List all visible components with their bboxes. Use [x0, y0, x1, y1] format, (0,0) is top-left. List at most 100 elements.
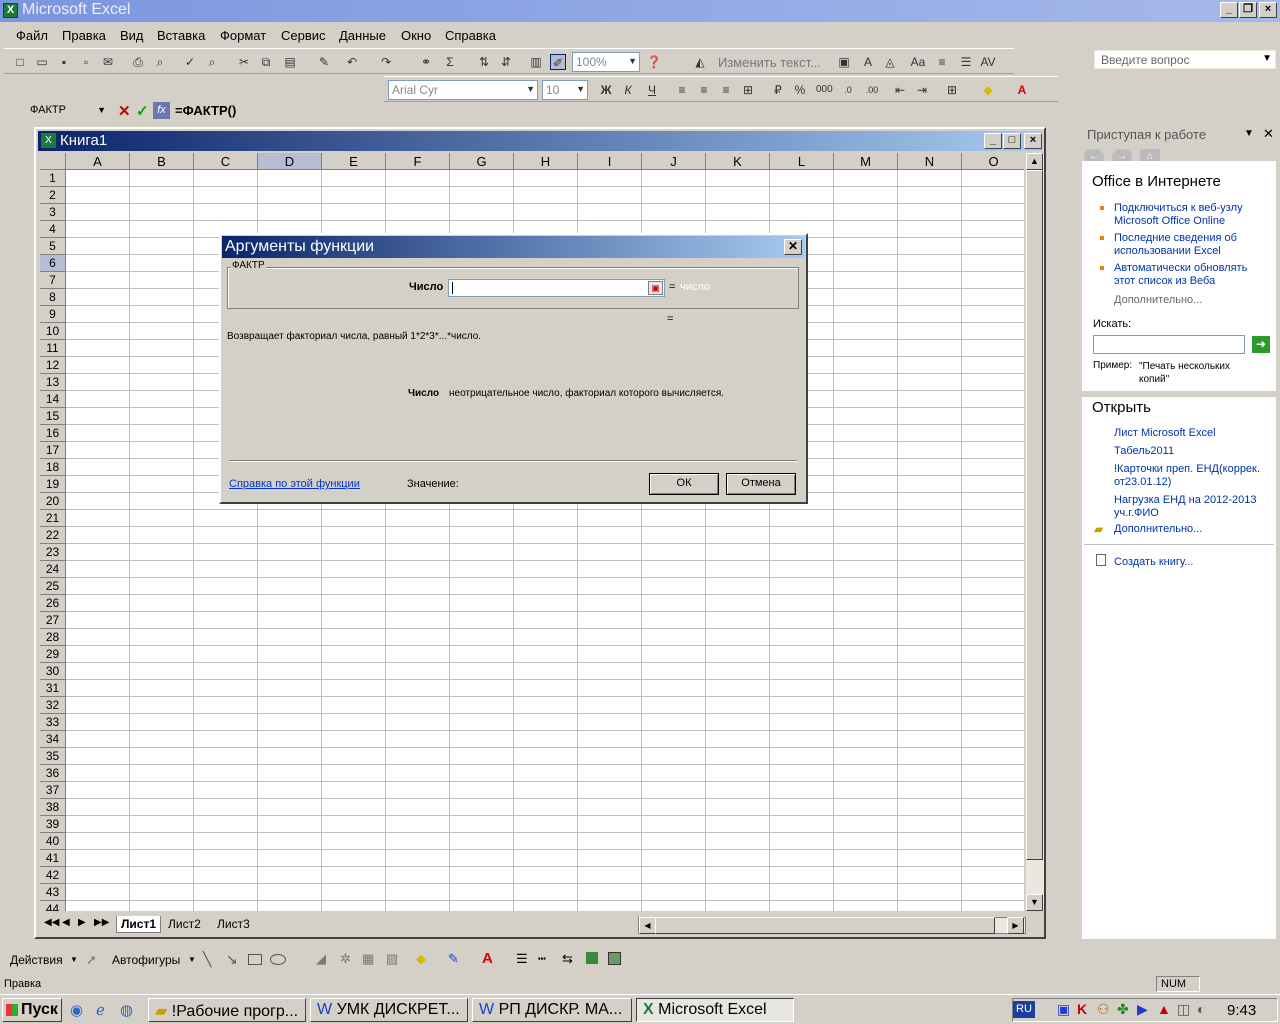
fill-color-icon[interactable]: ◆: [416, 951, 426, 967]
fill-color-icon[interactable]: ◆: [980, 82, 996, 98]
row-header-25[interactable]: 25: [40, 578, 66, 595]
chevron-down-icon[interactable]: ▼: [1244, 128, 1254, 139]
font-color-icon[interactable]: A: [482, 950, 493, 967]
sheet-tab-3[interactable]: Лист3: [213, 916, 254, 933]
minimize-button[interactable]: _: [1220, 2, 1238, 18]
row-header-34[interactable]: 34: [40, 731, 66, 748]
media-icon[interactable]: ▶: [1137, 1001, 1148, 1018]
thousands-icon[interactable]: 000: [816, 82, 833, 98]
confirm-entry-icon[interactable]: ✓: [136, 102, 149, 120]
more-online-link[interactable]: Дополнительно...: [1114, 294, 1202, 307]
wb-close-button[interactable]: ×: [1024, 133, 1042, 149]
tray-app-icon[interactable]: ▣: [1057, 1001, 1070, 1018]
column-header-H[interactable]: H: [514, 153, 578, 170]
row-header-16[interactable]: 16: [40, 425, 66, 442]
row-header-22[interactable]: 22: [40, 527, 66, 544]
rectangle-icon[interactable]: [248, 954, 262, 965]
users-icon[interactable]: ⚇: [1097, 1001, 1110, 1018]
merge-center-icon[interactable]: ⊞: [740, 82, 756, 98]
row-header-30[interactable]: 30: [40, 663, 66, 680]
column-header-C[interactable]: C: [194, 153, 258, 170]
row-header-1[interactable]: 1: [40, 170, 66, 187]
wb-minimize-button[interactable]: _: [984, 133, 1002, 149]
scroll-up-icon[interactable]: ▲: [1026, 153, 1043, 170]
wordart-icon[interactable]: A: [860, 54, 876, 70]
column-header-G[interactable]: G: [450, 153, 514, 170]
sheet-tab-2[interactable]: Лист2: [164, 916, 205, 933]
column-header-O[interactable]: O: [962, 153, 1024, 170]
task-rp[interactable]: W РП ДИСКР. МА...: [472, 998, 632, 1022]
task-pane-close-icon[interactable]: ✕: [1263, 126, 1274, 142]
quicklaunch-icon[interactable]: ◉: [70, 1001, 83, 1019]
permission-icon[interactable]: ▫: [78, 54, 94, 70]
align-left-icon[interactable]: ≡: [674, 82, 690, 98]
arrow-icon[interactable]: ↘: [226, 951, 238, 968]
select-all-corner[interactable]: [40, 153, 66, 170]
restore-button[interactable]: ❐: [1239, 2, 1257, 18]
bold-icon[interactable]: Ж: [598, 82, 614, 98]
row-header-24[interactable]: 24: [40, 561, 66, 578]
create-workbook-link[interactable]: Создать книгу...: [1114, 556, 1193, 569]
diagram-icon[interactable]: ✲: [340, 951, 351, 967]
row-header-29[interactable]: 29: [40, 646, 66, 663]
font-case-icon[interactable]: Aa: [910, 54, 926, 70]
menu-view[interactable]: Вид: [120, 28, 144, 43]
link-office-online-1[interactable]: Подключиться к веб-узлу Microsoft Office …: [1114, 202, 1243, 228]
row-header-37[interactable]: 37: [40, 782, 66, 799]
edit-text-icon[interactable]: ◭: [692, 54, 708, 70]
column-header-M[interactable]: M: [834, 153, 898, 170]
autoshapes-menu[interactable]: Автофигуры: [112, 953, 180, 967]
format-painter-icon[interactable]: ✎: [316, 54, 332, 70]
currency-icon[interactable]: ₽: [770, 82, 786, 98]
update-icon[interactable]: ▲: [1157, 1001, 1171, 1017]
volume-icon[interactable]: ◐: [1197, 1001, 1205, 1017]
close-button[interactable]: ×: [1259, 2, 1277, 18]
sort-asc-icon[interactable]: ⇅: [476, 54, 492, 70]
menu-insert[interactable]: Вставка: [157, 28, 205, 43]
task-umk[interactable]: W УМК ДИСКРЕТ...: [310, 998, 468, 1022]
save-icon[interactable]: ▪: [56, 54, 72, 70]
column-header-D[interactable]: D: [258, 153, 322, 170]
menu-help[interactable]: Справка: [445, 28, 496, 43]
picture-icon[interactable]: ▨: [386, 951, 398, 967]
row-header-26[interactable]: 26: [40, 595, 66, 612]
first-sheet-icon[interactable]: ◀◀: [44, 917, 59, 928]
chevron-down-icon[interactable]: ▼: [97, 105, 106, 115]
more-files-link[interactable]: Дополнительно...: [1114, 523, 1202, 536]
row-header-38[interactable]: 38: [40, 799, 66, 816]
link-office-online-2[interactable]: Последние сведения об использовании Excel: [1114, 232, 1237, 258]
menu-window[interactable]: Окно: [401, 28, 431, 43]
h-scroll-thumb[interactable]: [655, 917, 995, 934]
italic-icon[interactable]: К: [620, 82, 636, 98]
row-header-41[interactable]: 41: [40, 850, 66, 867]
antivirus-icon[interactable]: K: [1077, 1001, 1087, 1017]
select-pointer-icon[interactable]: ➚: [86, 952, 97, 968]
scroll-thumb[interactable]: [1026, 170, 1043, 860]
row-header-20[interactable]: 20: [40, 493, 66, 510]
network-icon[interactable]: ✤: [1117, 1001, 1129, 1018]
alignment-icon[interactable]: ≡: [934, 54, 950, 70]
arrow-style-icon[interactable]: ⇆: [562, 951, 573, 967]
row-header-13[interactable]: 13: [40, 374, 66, 391]
column-header-N[interactable]: N: [898, 153, 962, 170]
recent-file-4[interactable]: Нагрузка ЕНД на 2012-2013 уч.г.ФИО: [1114, 494, 1256, 520]
increase-decimal-icon[interactable]: .0: [840, 82, 856, 98]
search-go-icon[interactable]: ➜: [1252, 336, 1270, 353]
borders-icon[interactable]: ⊞: [944, 82, 960, 98]
column-header-E[interactable]: E: [322, 153, 386, 170]
underline-icon[interactable]: Ч: [644, 82, 660, 98]
spelling-icon[interactable]: ✓: [182, 54, 198, 70]
autosum-icon[interactable]: Σ: [442, 54, 458, 70]
row-header-17[interactable]: 17: [40, 442, 66, 459]
horizontal-scrollbar[interactable]: ◀ ▶: [638, 917, 1026, 934]
wordart-icon[interactable]: ◢: [316, 951, 326, 967]
cut-icon[interactable]: ✂: [236, 54, 252, 70]
sheet-tab-1[interactable]: Лист1: [116, 916, 162, 933]
ok-button[interactable]: ОК: [649, 473, 719, 495]
open-icon[interactable]: ▭: [34, 54, 50, 70]
function-help-link[interactable]: Справка по этой функции: [229, 478, 360, 490]
scroll-right-icon[interactable]: ▶: [1007, 917, 1024, 934]
print-preview-icon[interactable]: ⌕: [152, 54, 168, 70]
row-header-23[interactable]: 23: [40, 544, 66, 561]
spacing-icon[interactable]: AV: [980, 54, 996, 70]
